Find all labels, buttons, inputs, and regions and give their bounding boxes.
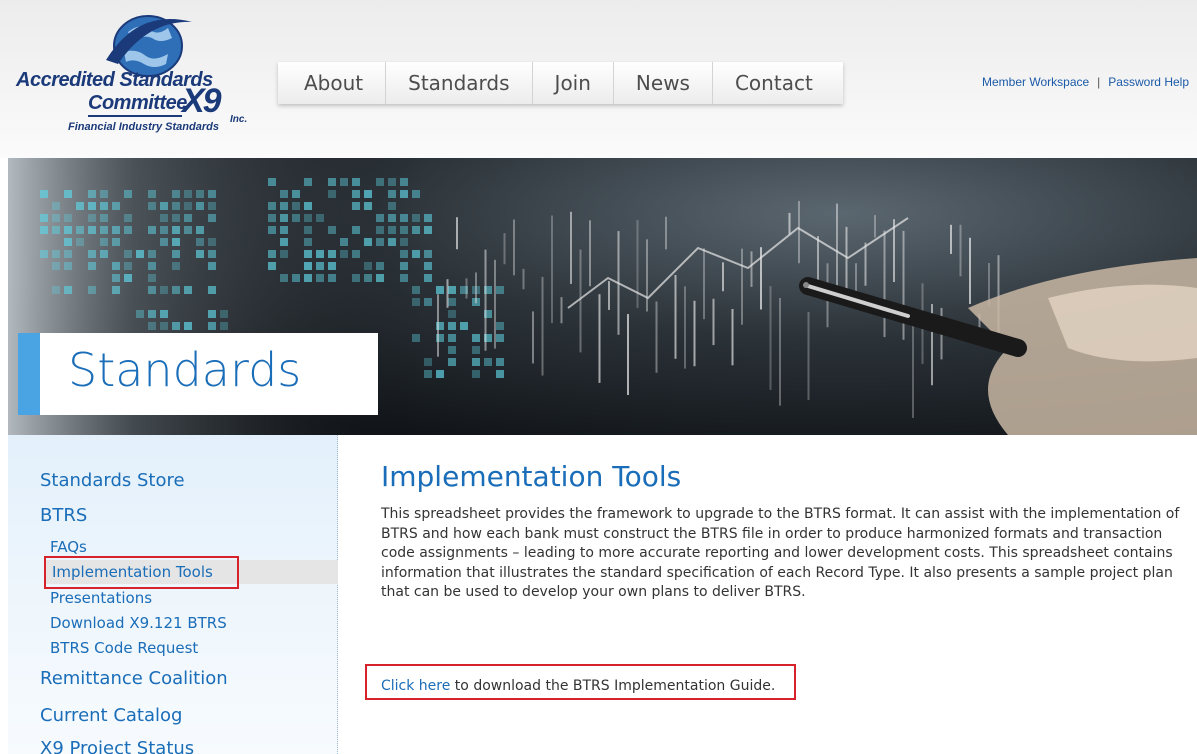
main-content: Implementation Tools This spreadsheet pr…	[381, 460, 1191, 603]
logo-tagline: Financial Industry Standards	[68, 121, 219, 133]
nav-news[interactable]: News	[614, 62, 713, 104]
sidebar-nav: Standards Store BTRS FAQs Implementation…	[8, 435, 338, 754]
utility-links: Member Workspace | Password Help	[982, 75, 1189, 89]
main-nav: About Standards Join News Contact	[278, 62, 843, 104]
logo-underline	[88, 115, 182, 117]
page-title: Standards	[68, 343, 302, 397]
password-help-link[interactable]: Password Help	[1108, 75, 1189, 89]
nav-contact[interactable]: Contact	[713, 62, 843, 104]
highlight-box-download	[365, 664, 796, 700]
content-body: This spreadsheet provides the framework …	[381, 506, 1180, 600]
sidebar-item-current-catalog[interactable]: Current Catalog	[40, 705, 182, 726]
sidebar-item-btrs-code-request[interactable]: BTRS Code Request	[50, 639, 198, 657]
sidebar-item-btrs[interactable]: BTRS	[40, 505, 87, 526]
sidebar-item-presentations[interactable]: Presentations	[50, 589, 152, 607]
member-workspace-link[interactable]: Member Workspace	[982, 75, 1089, 89]
sidebar-item-remittance-coalition[interactable]: Remittance Coalition	[40, 668, 228, 689]
highlight-box-sidebar	[44, 556, 239, 589]
hero-banner: Standards	[8, 158, 1197, 435]
logo-text-x9: X9	[182, 82, 222, 120]
hero-title-box: Standards	[18, 333, 378, 415]
globe-logo-icon	[106, 15, 192, 77]
nav-join[interactable]: Join	[533, 62, 614, 104]
sidebar-item-x9-project-status[interactable]: X9 Project Status	[40, 738, 194, 754]
nav-standards[interactable]: Standards	[386, 62, 533, 104]
sidebar-item-download-x9121[interactable]: Download X9.121 BTRS	[50, 614, 227, 632]
content-heading: Implementation Tools	[381, 460, 682, 493]
nav-about[interactable]: About	[278, 62, 387, 104]
sidebar-item-standards-store[interactable]: Standards Store	[40, 470, 185, 491]
site-header: Accredited Standards Committee X9 Inc. F…	[0, 0, 1197, 158]
logo-text-inc: Inc.	[230, 114, 248, 125]
logo-text-committee: Committee	[88, 92, 187, 114]
utility-separator: |	[1097, 75, 1101, 89]
sidebar-item-faqs[interactable]: FAQs	[50, 538, 87, 556]
x9-logo[interactable]: Accredited Standards Committee X9 Inc. F…	[12, 8, 252, 148]
